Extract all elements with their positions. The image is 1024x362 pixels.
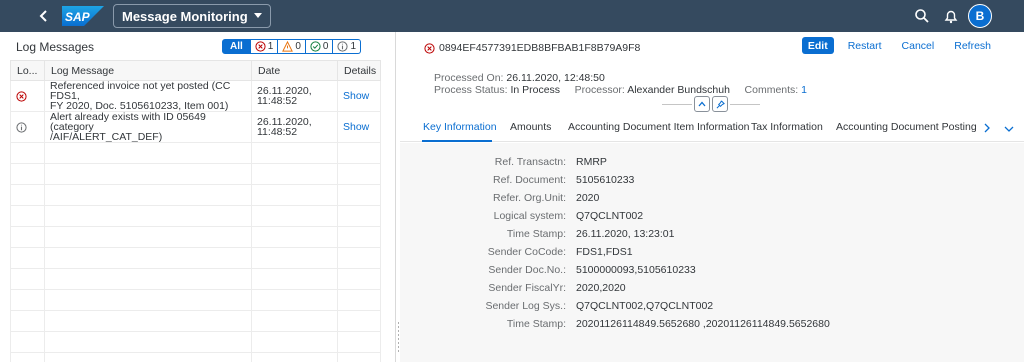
- header-collapse-bar: [662, 96, 760, 112]
- empty-row: [10, 163, 381, 185]
- info-icon: [16, 121, 27, 133]
- show-details-link[interactable]: Show: [343, 121, 369, 133]
- log-date-cell: 26.11.2020, 11:48:52: [251, 80, 338, 112]
- filter-success-button[interactable]: 0: [305, 39, 334, 54]
- filter-warning-button[interactable]: 0: [278, 39, 306, 54]
- process-status-label: Process Status:: [434, 84, 508, 96]
- error-icon: [16, 90, 27, 102]
- empty-row: [10, 289, 381, 311]
- log-filter-segmented: All 1 0 0 1: [222, 39, 362, 54]
- chevron-up-icon: [698, 101, 706, 107]
- filter-warning-count: 0: [295, 41, 301, 52]
- log-table: Lo... Log Message Date Details Reference…: [10, 60, 381, 362]
- tab-accounting-posting-data[interactable]: Accounting Document Posting Dat: [836, 121, 976, 133]
- log-date-cell: 26.11.2020, 11:48:52: [251, 111, 338, 143]
- show-details-link[interactable]: Show: [343, 90, 369, 102]
- logo-text: SAP: [65, 10, 91, 24]
- empty-row: [10, 352, 381, 362]
- search-icon[interactable]: [914, 8, 930, 24]
- tab-amounts[interactable]: Amounts: [510, 121, 551, 133]
- col-header-message[interactable]: Log Message: [44, 60, 252, 81]
- processed-on-value: 26.11.2020, 12:48:50: [506, 72, 605, 84]
- bell-icon[interactable]: [943, 8, 959, 24]
- empty-row: [10, 184, 381, 206]
- empty-row: [10, 205, 381, 227]
- object-header-title: 0894EF4577391EDB8BFBAB1F8B79A9F8: [424, 42, 640, 54]
- chevron-right-icon[interactable]: [983, 123, 991, 133]
- col-header-date[interactable]: Date: [251, 60, 338, 81]
- message-detail-panel: 0894EF4577391EDB8BFBAB1F8B79A9F8 Edit Re…: [400, 32, 1024, 362]
- processor-label: Processor:: [574, 84, 625, 96]
- filter-success-count: 0: [322, 41, 329, 52]
- tab-tax-information[interactable]: Tax Information: [751, 121, 823, 133]
- empty-row: [10, 310, 381, 332]
- comments-label: Comments:: [744, 84, 799, 96]
- col-header-details[interactable]: Details: [337, 60, 381, 81]
- table-row[interactable]: Alert already exists with ID 05649 (cate…: [10, 111, 381, 143]
- filter-info-count: 1: [350, 41, 357, 52]
- divider: [730, 104, 760, 105]
- empty-row: [10, 226, 381, 248]
- key-information-section: Ref. Transactn: RMRP Ref. Document: 510561…: [400, 143, 1024, 362]
- tab-key-information[interactable]: Key Information: [423, 121, 497, 133]
- process-status-value: In Process: [510, 84, 561, 96]
- info-icon: [337, 41, 349, 52]
- empty-row: [10, 142, 381, 164]
- empty-row: [10, 331, 381, 353]
- restart-button[interactable]: Restart: [842, 37, 888, 54]
- active-tab-indicator: [422, 140, 492, 142]
- error-icon: [255, 41, 266, 52]
- empty-row: [10, 268, 381, 290]
- success-icon: [310, 41, 321, 52]
- log-message-cell: Alert already exists with ID 05649 (cate…: [44, 111, 252, 143]
- table-row[interactable]: Referenced invoice not yet posted (CC FD…: [10, 80, 381, 112]
- chevron-left-icon: [39, 10, 47, 22]
- processed-on-label: Processed On:: [434, 72, 504, 84]
- log-message-cell: Referenced invoice not yet posted (CC FD…: [44, 80, 252, 112]
- comments-link[interactable]: 1: [801, 84, 807, 96]
- pin-icon: [716, 100, 725, 108]
- col-header-status[interactable]: Lo...: [10, 60, 45, 81]
- collapse-header-button[interactable]: [694, 96, 710, 112]
- status-attr-row: Process Status: In Process Processor: Al…: [434, 84, 807, 96]
- refresh-button[interactable]: Refresh: [948, 37, 997, 54]
- log-header: Log Messages All 1 0 0 1: [0, 32, 396, 58]
- error-icon: [424, 42, 435, 54]
- log-table-header: Lo... Log Message Date Details: [10, 60, 381, 81]
- message-id: 0894EF4577391EDB8BFBAB1F8B79A9F8: [439, 42, 641, 54]
- tab-bar: Key Information Amounts Accounting Docum…: [400, 116, 1024, 142]
- back-button[interactable]: [34, 6, 54, 26]
- shell-bar: SAP Message Monitoring B: [0, 0, 1024, 32]
- cancel-button[interactable]: Cancel: [896, 37, 941, 54]
- empty-row: [10, 247, 381, 269]
- sap-logo: SAP: [62, 6, 104, 26]
- warning-icon: [282, 41, 294, 52]
- edit-button[interactable]: Edit: [801, 37, 834, 54]
- filter-error-count: 1: [267, 41, 274, 52]
- divider: [662, 104, 692, 105]
- processor-value: Alexander Bundschuh: [627, 84, 730, 96]
- header-actions: Edit Restart Cancel Refresh: [801, 37, 997, 54]
- filter-all-button[interactable]: All: [222, 39, 251, 54]
- tab-accounting-item-info[interactable]: Accounting Document Item Information: [568, 121, 750, 133]
- avatar[interactable]: B: [968, 4, 992, 28]
- pin-header-button[interactable]: [712, 96, 728, 112]
- filter-error-button[interactable]: 1: [250, 39, 279, 54]
- log-title: Log Messages: [16, 40, 95, 54]
- app-title-menu[interactable]: Message Monitoring: [113, 4, 271, 28]
- caret-down-icon: [253, 13, 262, 18]
- processed-on-attr: Processed On: 26.11.2020, 12:48:50: [434, 72, 605, 84]
- chevron-down-icon[interactable]: [1004, 125, 1014, 133]
- filter-info-button[interactable]: 1: [333, 39, 362, 54]
- log-messages-panel: Log Messages All 1 0 0 1 Lo... Log Messa…: [0, 32, 396, 362]
- app-title: Message Monitoring: [122, 8, 248, 24]
